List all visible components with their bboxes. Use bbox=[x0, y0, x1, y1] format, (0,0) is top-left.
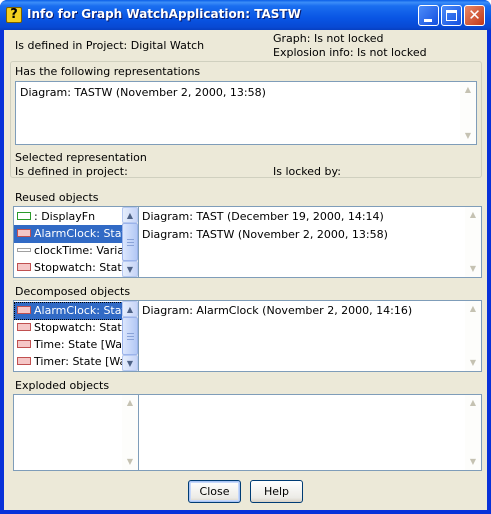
graph-lock-status: Graph: Is not locked bbox=[273, 32, 384, 45]
maximize-icon bbox=[446, 10, 457, 21]
variable-icon bbox=[17, 248, 31, 252]
close-icon: ✕ bbox=[468, 6, 481, 24]
process-icon bbox=[17, 212, 31, 220]
scroll-down-arrow-icon[interactable]: ▼ bbox=[122, 261, 138, 277]
close-window-button[interactable]: ✕ bbox=[464, 5, 485, 26]
state-icon bbox=[17, 263, 31, 271]
list-item[interactable]: Stopwatch: State bbox=[14, 319, 123, 337]
help-question-icon: ? bbox=[6, 7, 22, 23]
exploded-diagrams-scrollbar[interactable]: ▲ ▼ bbox=[465, 395, 481, 470]
locked-by-label: Is locked by: bbox=[273, 165, 341, 178]
minimize-icon bbox=[424, 19, 432, 22]
window-title: Info for Graph WatchApplication: TASTW bbox=[27, 7, 301, 21]
reused-objects-label: Reused objects bbox=[15, 191, 99, 204]
list-item-selected[interactable]: AlarmClock: State bbox=[14, 225, 123, 243]
list-item-label: : DisplayFn bbox=[34, 210, 96, 223]
reused-objects-list[interactable]: : DisplayFn AlarmClock: State clockTime:… bbox=[13, 206, 139, 278]
decomposed-diagrams-list[interactable]: Diagram: AlarmClock (November 2, 2000, 1… bbox=[138, 300, 482, 372]
dialog-window: ? Info for Graph WatchApplication: TASTW… bbox=[0, 0, 491, 514]
scroll-down-arrow-icon[interactable]: ▼ bbox=[465, 355, 481, 371]
list-item[interactable]: Diagram: TASTW (November 2, 2000, 13:58) bbox=[20, 86, 266, 99]
scroll-thumb[interactable] bbox=[122, 317, 138, 355]
exploded-objects-label: Exploded objects bbox=[15, 379, 110, 392]
scroll-down-arrow-icon[interactable]: ▼ bbox=[122, 454, 138, 470]
decomposed-objects-scrollbar[interactable]: ▲ ▼ bbox=[122, 301, 138, 371]
decomposed-objects-label: Decomposed objects bbox=[15, 285, 131, 298]
list-item[interactable]: Diagram: AlarmClock (November 2, 2000, 1… bbox=[142, 304, 412, 317]
list-item[interactable]: Diagram: TAST (December 19, 2000, 14:14) bbox=[142, 210, 384, 223]
list-item-label: AlarmClock: State bbox=[34, 304, 123, 317]
list-item-label: Timer: State [Wat bbox=[34, 355, 123, 368]
scroll-down-arrow-icon[interactable]: ▼ bbox=[460, 128, 476, 144]
list-item[interactable]: Diagram: TASTW (November 2, 2000, 13:58) bbox=[142, 228, 388, 241]
state-icon bbox=[17, 357, 31, 365]
scroll-up-arrow-icon[interactable]: ▲ bbox=[122, 395, 138, 411]
close-button[interactable]: Close bbox=[188, 480, 241, 503]
defined-in-project-label: Is defined in project: bbox=[15, 165, 128, 178]
reused-diagrams-scrollbar[interactable]: ▲ ▼ bbox=[465, 207, 481, 277]
scroll-up-arrow-icon[interactable]: ▲ bbox=[122, 207, 138, 223]
selected-representation-label: Selected representation bbox=[15, 151, 147, 164]
list-item-selected[interactable]: AlarmClock: State bbox=[14, 302, 123, 320]
list-item[interactable]: clockTime: Variable bbox=[14, 242, 123, 260]
maximize-button[interactable] bbox=[441, 5, 462, 26]
scroll-up-arrow-icon[interactable]: ▲ bbox=[460, 82, 476, 98]
scroll-up-arrow-icon[interactable]: ▲ bbox=[465, 207, 481, 223]
list-item-label: Stopwatch: State bbox=[34, 261, 123, 274]
scroll-down-arrow-icon[interactable]: ▼ bbox=[465, 261, 481, 277]
list-item[interactable]: Timer: State [Wat bbox=[14, 353, 123, 371]
list-item[interactable]: Time: State [Watc bbox=[14, 336, 123, 354]
scroll-thumb[interactable] bbox=[122, 223, 138, 261]
decomposed-diagrams-scrollbar[interactable]: ▲ ▼ bbox=[465, 301, 481, 371]
scroll-down-arrow-icon[interactable]: ▼ bbox=[465, 454, 481, 470]
scroll-up-arrow-icon[interactable]: ▲ bbox=[465, 395, 481, 411]
state-icon bbox=[17, 306, 31, 314]
representations-label: Has the following representations bbox=[15, 65, 201, 78]
list-item-label: Time: State [Watc bbox=[34, 338, 123, 351]
representations-list[interactable]: Diagram: TASTW (November 2, 2000, 13:58)… bbox=[15, 81, 477, 145]
state-icon bbox=[17, 229, 31, 237]
title-bar[interactable]: ? Info for Graph WatchApplication: TASTW… bbox=[0, 0, 491, 30]
list-item[interactable]: Stopwatch: State bbox=[14, 259, 123, 277]
dialog-body: Is defined in Project: Digital Watch Gra… bbox=[4, 30, 487, 510]
exploded-objects-scrollbar[interactable]: ▲ ▼ bbox=[122, 395, 138, 470]
list-item[interactable]: : DisplayFn bbox=[14, 208, 123, 226]
decomposed-objects-list[interactable]: AlarmClock: State Stopwatch: State Time:… bbox=[13, 300, 139, 372]
list-item-label: AlarmClock: State bbox=[34, 227, 123, 240]
scroll-up-arrow-icon[interactable]: ▲ bbox=[122, 301, 138, 317]
representations-scrollbar[interactable]: ▲ ▼ bbox=[460, 82, 476, 144]
exploded-objects-list[interactable]: ▲ ▼ bbox=[13, 394, 139, 471]
state-icon bbox=[17, 340, 31, 348]
scroll-up-arrow-icon[interactable]: ▲ bbox=[465, 301, 481, 317]
reused-objects-scrollbar[interactable]: ▲ ▼ bbox=[122, 207, 138, 277]
help-button[interactable]: Help bbox=[250, 480, 303, 503]
scroll-down-arrow-icon[interactable]: ▼ bbox=[122, 355, 138, 371]
explosion-lock-status: Explosion info: Is not locked bbox=[273, 46, 427, 59]
minimize-button[interactable] bbox=[418, 5, 439, 26]
representations-group: Has the following representations Diagra… bbox=[10, 61, 482, 178]
list-item-label: Stopwatch: State bbox=[34, 321, 123, 334]
reused-diagrams-list[interactable]: Diagram: TAST (December 19, 2000, 14:14)… bbox=[138, 206, 482, 278]
list-item-label: clockTime: Variable bbox=[34, 244, 123, 257]
project-info: Is defined in Project: Digital Watch bbox=[15, 39, 205, 52]
state-icon bbox=[17, 323, 31, 331]
exploded-diagrams-list[interactable]: ▲ ▼ bbox=[138, 394, 482, 471]
